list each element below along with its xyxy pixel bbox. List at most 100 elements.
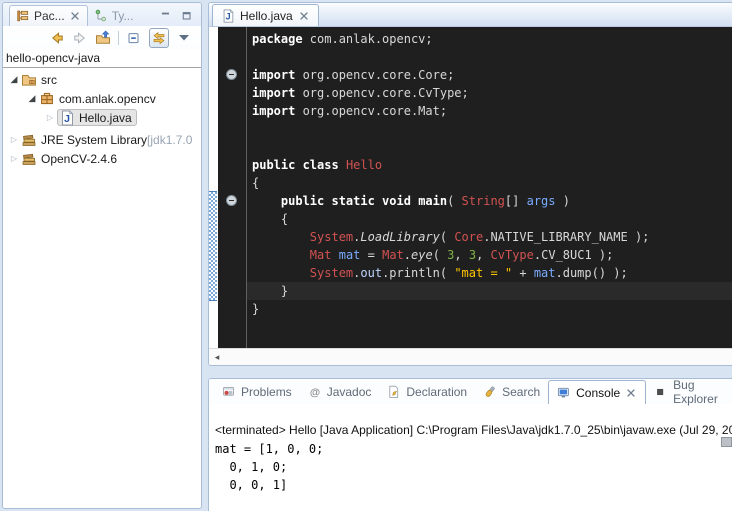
package-explorer-icon	[16, 9, 30, 23]
tree-item-label: Hello.java	[79, 111, 132, 125]
tab-package-explorer[interactable]: Pac...	[9, 5, 88, 26]
close-icon[interactable]	[298, 10, 310, 22]
tree-item-opencv-2-4-6[interactable]: ▷ OpenCV-2.4.6	[3, 149, 201, 168]
tree-root-project[interactable]: hello-opencv-java	[3, 51, 201, 66]
code-line: public class Hello	[247, 156, 732, 174]
console-icon	[557, 386, 571, 400]
link-with-editor-button[interactable]	[149, 28, 169, 48]
console-view: <terminated> Hello [Java Application] C:…	[209, 404, 732, 494]
code-line: public static void main( String[] args )	[247, 192, 732, 210]
back-button[interactable]	[49, 30, 65, 46]
collapse-all-icon	[126, 30, 142, 46]
editor-body: package com.anlak.opencv; import org.open…	[209, 27, 732, 348]
annotation-ruler[interactable]	[209, 27, 218, 348]
bug-square-icon	[654, 385, 668, 399]
code-line: System.LoadLibrary( Core.NATIVE_LIBRARY_…	[247, 228, 732, 246]
fold-collapse-icon[interactable]	[226, 195, 237, 206]
code-line: import org.opencv.core.Mat;	[247, 102, 732, 120]
tree-item-label: OpenCV-2.4.6	[41, 152, 117, 166]
expand-arrow-icon[interactable]: ▷	[43, 113, 57, 122]
forward-button[interactable]	[72, 30, 88, 46]
tab-type-hierarchy[interactable]: Ty...	[88, 5, 140, 26]
tab-label: Console	[576, 386, 620, 400]
horizontal-scrollbar[interactable]: ◂	[209, 348, 732, 365]
package-explorer-panel: Pac... Ty... hello-opencv-java ◢src◢com.…	[2, 2, 202, 509]
tab-type-hierarchy-label: Ty...	[112, 9, 134, 23]
close-icon[interactable]	[625, 387, 637, 399]
console-output: mat = [1, 0, 0; 0, 1, 0; 0, 0, 1]	[215, 440, 732, 494]
fold-collapse-icon[interactable]	[226, 69, 237, 80]
code-line: }	[247, 300, 732, 318]
console-status-line: <terminated> Hello [Java Application] C:…	[215, 423, 732, 437]
tree-separator	[3, 67, 201, 68]
code-line: import org.opencv.core.CvType;	[247, 84, 732, 102]
code-line: {	[247, 174, 732, 192]
tree-item-label: com.anlak.opencv	[59, 92, 156, 106]
tab-bug-explorer[interactable]: Bug Explorer	[646, 380, 726, 404]
folding-ruler[interactable]	[218, 27, 247, 348]
collapse-all-button[interactable]	[126, 30, 142, 46]
editor-panel: J Hello.java package com.anlak.opencv; im…	[208, 2, 732, 366]
tab-search[interactable]: Search	[475, 380, 548, 404]
tab-label: Javadoc	[327, 385, 372, 399]
tab-declaration[interactable]: Declaration	[379, 380, 475, 404]
view-window-buttons	[160, 10, 201, 26]
editor-tab-label: Hello.java	[240, 9, 293, 23]
tab-javadoc[interactable]: @ Javadoc	[300, 380, 380, 404]
code-line: package com.anlak.opencv;	[247, 30, 732, 48]
collapse-arrow-icon[interactable]: ◢	[25, 93, 39, 104]
java-file-icon: J	[59, 110, 75, 126]
view-menu-button[interactable]	[176, 30, 192, 46]
close-icon[interactable]	[69, 10, 81, 22]
tab-label: Problems	[241, 385, 292, 399]
expand-arrow-icon[interactable]: ▷	[7, 135, 21, 144]
bottom-view-tabbar: Problems @ Javadoc Declaration Search Console…	[209, 379, 732, 404]
tab-label: Search	[502, 385, 540, 399]
tree-item-com-anlak-opencv[interactable]: ◢ com.anlak.opencv	[3, 89, 201, 108]
tab-label: Declaration	[406, 385, 467, 399]
code-line: System.out.println( "mat = " + mat.dump(…	[247, 264, 732, 282]
code-line	[247, 48, 732, 66]
collapse-arrow-icon[interactable]: ◢	[7, 74, 21, 85]
code-line	[247, 138, 732, 156]
tree-item-jre-system-library[interactable]: ▷ JRE System Library [jdk1.7.0	[3, 130, 201, 149]
tab-bug[interactable]: Bug	[726, 380, 732, 404]
code-line-current: }	[247, 282, 732, 300]
declaration-icon	[387, 385, 401, 399]
minimize-icon[interactable]	[160, 10, 172, 22]
tab-label: Bug Explorer	[673, 378, 718, 406]
tree-item-label: JRE System Library	[41, 133, 147, 147]
range-indicator	[209, 191, 217, 301]
package-folder-icon	[21, 72, 37, 88]
tree-item-label: src	[41, 73, 57, 87]
code-line: {	[247, 210, 732, 228]
library-icon	[21, 151, 37, 167]
project-tree[interactable]: hello-opencv-java ◢src◢com.anlak.opencv▷…	[3, 50, 201, 168]
editor-tabbar: J Hello.java	[209, 3, 732, 27]
tab-console[interactable]: Console	[548, 380, 646, 404]
tree-item-src[interactable]: ◢ src	[3, 70, 201, 89]
javadoc-icon: @	[308, 385, 322, 399]
eclipse-workbench: Pac... Ty... hello-opencv-java ◢src◢com.…	[0, 0, 732, 511]
tree-item-decoration: [jdk1.7.0	[147, 133, 192, 147]
tree-item-hello-java[interactable]: ▷ J Hello.java	[3, 108, 201, 127]
problems-icon	[222, 385, 236, 399]
tree-selection: J Hello.java	[57, 109, 137, 126]
scroll-left-arrow-icon[interactable]: ◂	[209, 349, 225, 365]
search-icon	[483, 385, 497, 399]
package-explorer-toolbar	[3, 26, 201, 50]
type-hierarchy-icon	[94, 9, 108, 23]
tab-problems[interactable]: Problems	[214, 380, 300, 404]
go-into-button[interactable]	[95, 30, 111, 46]
maximize-icon[interactable]	[181, 10, 193, 22]
code-editor[interactable]: package com.anlak.opencv; import org.open…	[247, 27, 732, 348]
console-panel: Problems @ Javadoc Declaration Search Console…	[208, 378, 732, 511]
svg-text:J: J	[225, 11, 230, 21]
code-line: import org.opencv.core.Core;	[247, 66, 732, 84]
tab-hello-java[interactable]: J Hello.java	[212, 4, 319, 26]
view-menu-icon	[176, 30, 192, 46]
svg-text:J: J	[64, 113, 70, 125]
expand-arrow-icon[interactable]: ▷	[7, 154, 21, 163]
package-icon	[39, 91, 55, 107]
library-icon	[21, 132, 37, 148]
